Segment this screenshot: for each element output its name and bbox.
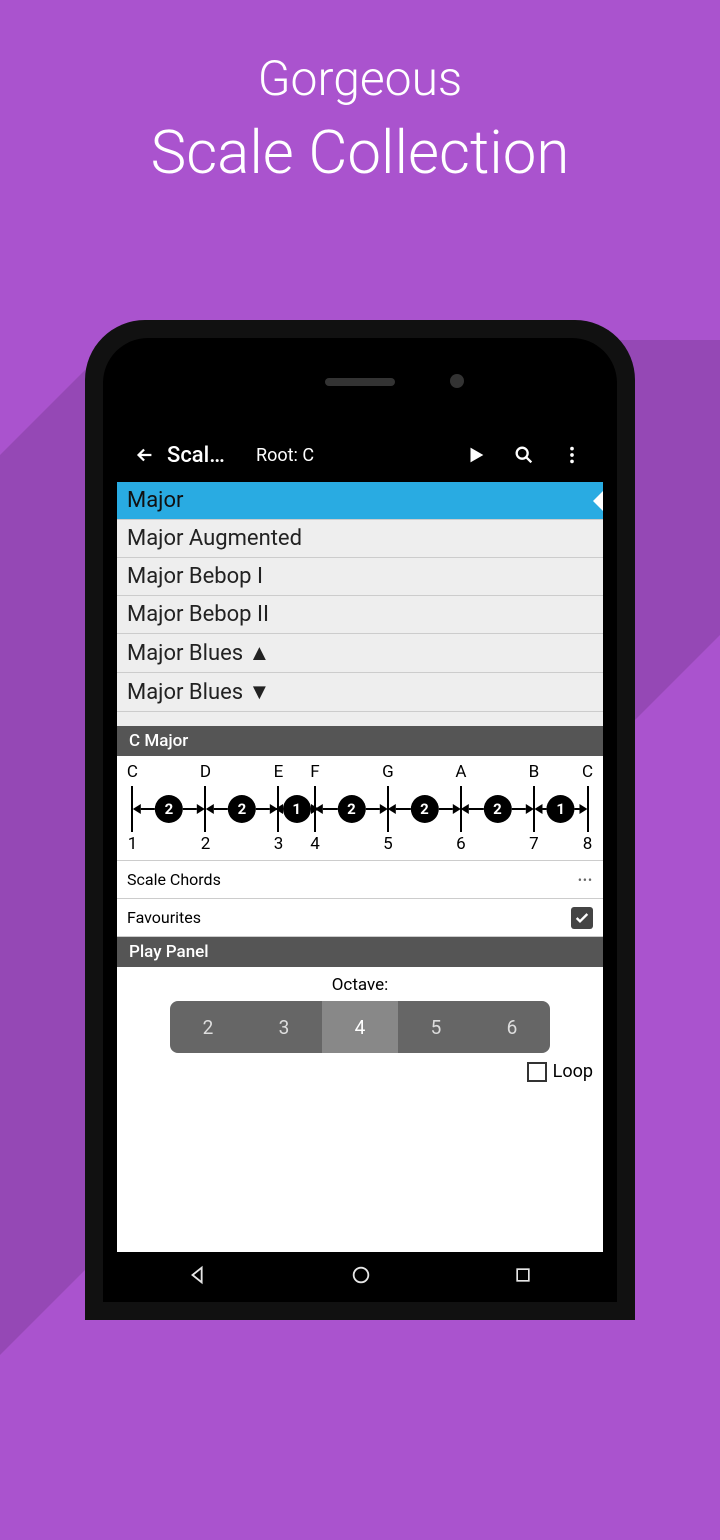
scale-diagram: CDEFGABC 2212221 12345678	[117, 756, 603, 861]
degree-label: 8	[583, 834, 593, 854]
note-label: C	[127, 762, 138, 782]
circle-home-icon	[350, 1264, 372, 1286]
favourites-label: Favourites	[127, 908, 201, 927]
nav-home-button[interactable]	[350, 1264, 372, 1290]
note-label: A	[455, 762, 466, 782]
phone-frame: Scal… Root: C MajorMajor AugmentedMajor …	[85, 320, 635, 1320]
search-button[interactable]	[501, 444, 547, 466]
ellipsis-icon: •••	[578, 873, 593, 887]
interval-marker: 2	[461, 795, 533, 823]
degree-label: 4	[310, 834, 320, 854]
scale-item[interactable]: Major Blues ▲	[117, 634, 603, 673]
scale-item[interactable]: Major	[117, 482, 603, 520]
degree-labels: 1 2 3 4 5 6 7 8	[123, 834, 597, 856]
note-label: D	[200, 762, 211, 782]
more-vert-icon	[561, 444, 583, 466]
octave-segmented[interactable]: 23456	[170, 1001, 550, 1053]
degree-label: 1	[128, 834, 138, 854]
note-label: B	[529, 762, 540, 782]
search-icon	[513, 444, 535, 466]
favourites-checkbox[interactable]	[571, 907, 593, 929]
octave-label: Octave:	[117, 975, 603, 995]
octave-option[interactable]: 6	[474, 1001, 550, 1053]
octave-area: Octave: 23456	[117, 967, 603, 1057]
scale-item[interactable]: Major Bebop I	[117, 558, 603, 596]
android-nav-bar	[117, 1252, 603, 1302]
note-label: E	[274, 762, 284, 782]
degree-label: 7	[529, 834, 539, 854]
loop-label: Loop	[553, 1061, 593, 1082]
scale-list-partial	[117, 712, 603, 726]
page-title: Scal…	[167, 443, 242, 468]
favourites-row[interactable]: Favourites	[117, 899, 603, 937]
interval-marker: 2	[315, 795, 387, 823]
action-bar: Scal… Root: C	[117, 428, 603, 482]
square-recent-icon	[513, 1265, 533, 1285]
play-icon	[465, 444, 487, 466]
scale-chords-label: Scale Chords	[127, 870, 221, 889]
degree-label: 3	[274, 834, 284, 854]
interval-marker: 1	[275, 795, 319, 823]
octave-option[interactable]: 3	[246, 1001, 322, 1053]
interval-marker: 1	[534, 795, 587, 823]
scale-item[interactable]: Major Bebop II	[117, 596, 603, 634]
promo-line2: Scale Collection	[0, 117, 720, 188]
note-label: G	[382, 762, 394, 782]
degree-label: 6	[456, 834, 466, 854]
check-icon	[574, 910, 590, 926]
arrow-left-icon	[134, 444, 156, 466]
loop-checkbox[interactable]	[527, 1062, 547, 1082]
triangle-back-icon	[187, 1264, 209, 1286]
note-label: C	[582, 762, 593, 782]
nav-recent-button[interactable]	[513, 1265, 533, 1289]
phone-camera	[450, 374, 464, 388]
octave-option[interactable]: 2	[170, 1001, 246, 1053]
overflow-button[interactable]	[549, 444, 595, 466]
note-label: F	[310, 762, 319, 782]
play-panel-header: Play Panel	[117, 937, 603, 967]
loop-row: Loop	[117, 1057, 603, 1086]
degree-label: 5	[383, 834, 393, 854]
interval-marker: 2	[206, 795, 278, 823]
nav-back-button[interactable]	[187, 1264, 209, 1290]
interval-row: 2212221	[123, 786, 597, 832]
promo-line1: Gorgeous	[0, 50, 720, 107]
app-screen: Scal… Root: C MajorMajor AugmentedMajor …	[117, 428, 603, 1302]
interval-marker: 2	[133, 795, 205, 823]
note-labels: CDEFGABC	[123, 762, 597, 784]
interval-marker: 2	[388, 795, 460, 823]
degree-label: 2	[201, 834, 211, 854]
root-selector[interactable]: Root: C	[256, 445, 451, 466]
scale-item[interactable]: Major Blues ▼	[117, 673, 603, 712]
octave-option[interactable]: 4	[322, 1001, 398, 1053]
play-button[interactable]	[453, 444, 499, 466]
promo-title: Gorgeous Scale Collection	[0, 0, 720, 188]
scale-list[interactable]: MajorMajor AugmentedMajor Bebop IMajor B…	[117, 482, 603, 712]
scale-item[interactable]: Major Augmented	[117, 520, 603, 558]
octave-option[interactable]: 5	[398, 1001, 474, 1053]
back-button[interactable]	[125, 444, 165, 466]
phone-speaker	[325, 378, 395, 386]
scale-name-header: C Major	[117, 726, 603, 756]
scale-chords-row[interactable]: Scale Chords •••	[117, 861, 603, 899]
